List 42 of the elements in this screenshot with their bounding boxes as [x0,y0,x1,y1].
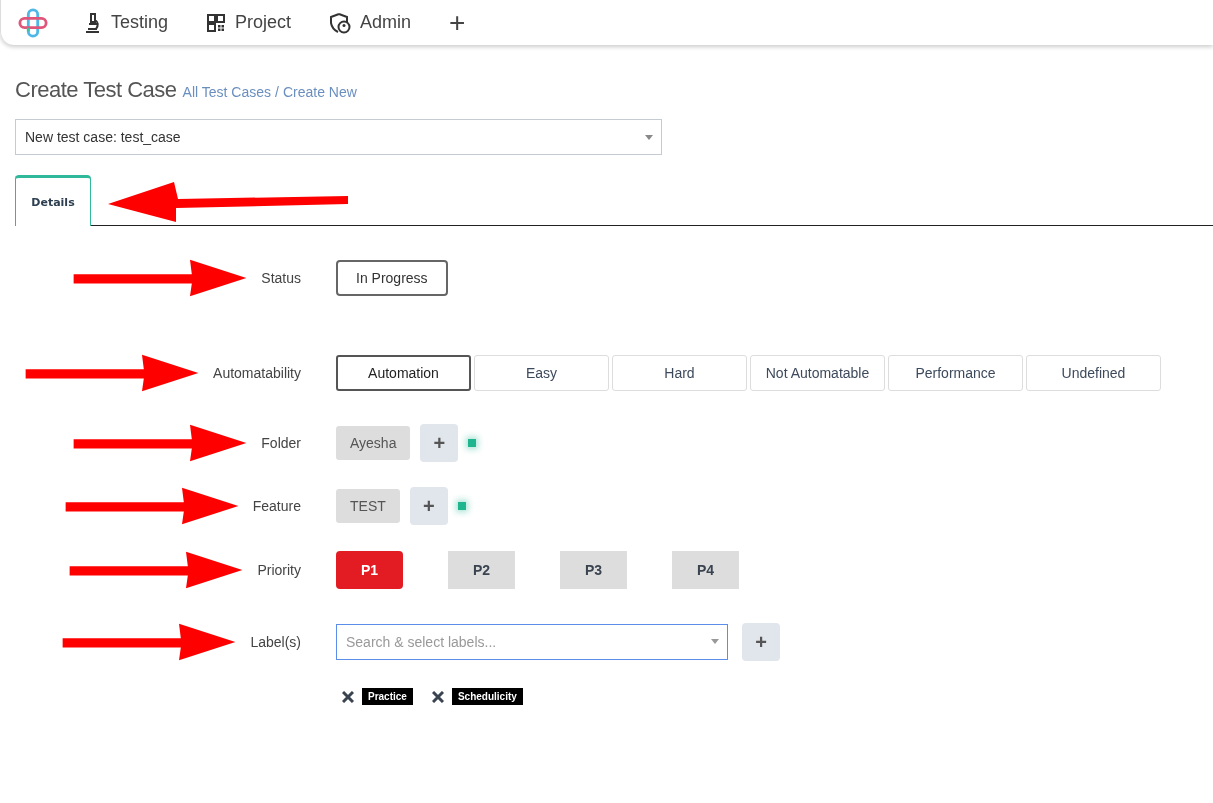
page-title: Create Test Case [15,77,177,103]
feature-chip[interactable]: TEST [336,489,400,523]
nav-link[interactable]: Admin [329,11,412,34]
remove-icon[interactable] [431,690,444,703]
field-label: Label(s) [250,634,301,650]
nav-link[interactable]: Testing [82,11,169,34]
automatability-option[interactable]: Not Automatable [750,355,885,391]
priority-option[interactable]: P4 [672,551,739,589]
caret-icon [711,639,719,644]
label-tag: Practice [362,688,413,705]
details-tab[interactable]: Details [15,175,91,226]
automatability-option[interactable]: Automation [336,355,471,391]
qr-code-icon [206,12,227,33]
shield-user-icon [329,11,352,34]
automatability-option[interactable]: Easy [474,355,609,391]
field-label: Automatability [213,365,301,381]
add-button[interactable]: + [420,424,459,462]
label-tag: Schedulicity [451,688,523,705]
priority-option[interactable]: P3 [560,551,627,589]
logo-icon[interactable] [18,7,48,38]
field-label: Status [261,270,301,286]
nav-link[interactable]: Project [206,12,292,33]
add-button[interactable]: + [409,487,448,525]
test-case-dropdown[interactable]: New test case: test_case [15,119,662,155]
automatability-option[interactable]: Performance [888,355,1023,391]
priority-option[interactable]: P2 [448,551,515,589]
priority-option[interactable]: P1 [336,551,403,589]
caret-icon [645,134,653,140]
field-label: Priority [257,562,301,578]
status-button[interactable]: In Progress [336,260,448,296]
add-button[interactable]: + [742,623,780,661]
field-label: Folder [261,435,301,451]
remove-icon[interactable] [342,690,354,703]
add-button[interactable]: + [449,8,466,37]
field-label: Feature [252,498,301,514]
status-indicator-icon [468,439,477,447]
labels-search-field[interactable]: Search & select labels... [336,624,728,660]
automatability-option[interactable]: Undefined [1026,355,1161,391]
breadcrumb-separator: / [275,84,279,100]
folder-chip[interactable]: Ayesha [336,426,411,460]
status-indicator-icon [457,502,466,510]
automatability-option[interactable]: Hard [612,355,747,391]
